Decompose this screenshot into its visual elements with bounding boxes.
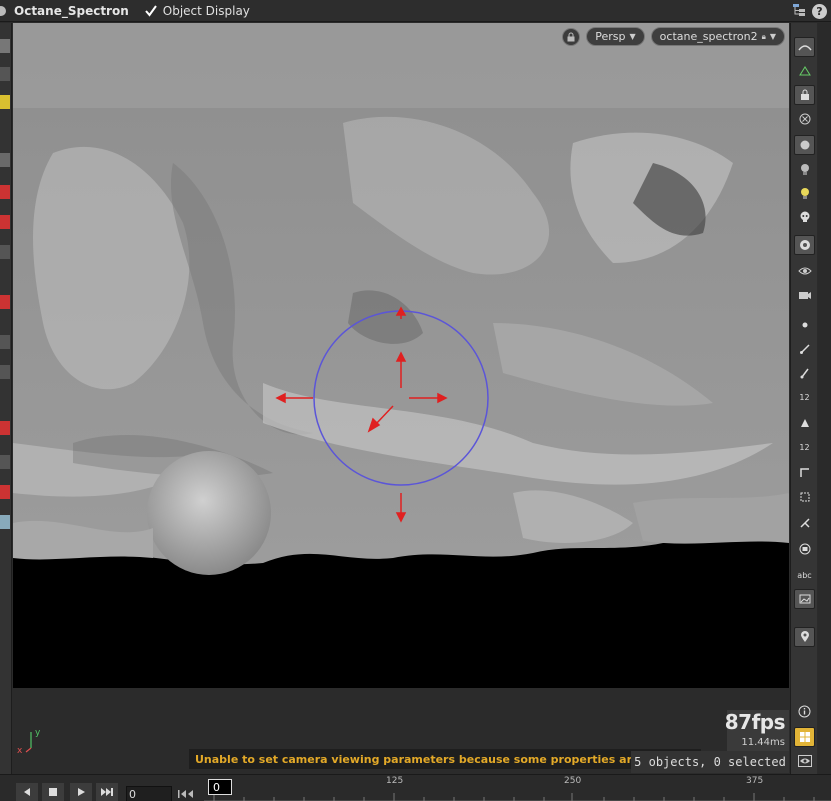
rendered-scene[interactable] [13, 23, 789, 688]
magnet-tool-icon[interactable] [0, 365, 10, 379]
uv-display-icon[interactable] [794, 487, 815, 507]
name-display-icon[interactable]: abc [794, 565, 815, 585]
performance-readout: 87fps 11.44ms [724, 710, 789, 752]
point-numbers-icon[interactable]: 12 [794, 387, 815, 407]
light-bulb-yellow-icon[interactable] [794, 183, 815, 203]
display-eye-icon[interactable] [794, 751, 815, 771]
status-message: Unable to set camera viewing parameters … [189, 749, 702, 769]
timeline-ruler[interactable]: 125 250 375 [204, 775, 831, 801]
axis-x-label: x [17, 746, 23, 756]
frame-time-value: 11.44ms [741, 737, 785, 748]
prim-display-icon[interactable] [794, 413, 815, 433]
viewer-header: Octane_Spectron Object Display ? [0, 0, 831, 22]
selection-info: 5 objects, 0 selected [631, 751, 789, 773]
handle-tool-icon[interactable] [0, 95, 10, 109]
background-image-icon[interactable] [794, 589, 815, 609]
lock-tool-icon[interactable] [0, 485, 10, 499]
camera-selector-menu[interactable]: octane_spectron2 🔒︎ ▼ [650, 27, 785, 46]
fps-value: 87fps [724, 710, 786, 734]
sphere-object[interactable] [147, 451, 271, 575]
object-display-checkbox[interactable] [145, 4, 157, 17]
normal-display-icon[interactable] [794, 339, 815, 359]
node-path-label[interactable]: Octane_Spectron [14, 4, 129, 18]
snap-tool-icon[interactable] [0, 295, 10, 309]
visibility-eye-icon[interactable] [794, 261, 815, 281]
viewport-camera-controls: Persp ▼ octane_spectron2 🔒︎ ▼ [562, 27, 785, 46]
scale-tool-icon[interactable] [0, 245, 10, 259]
viewport-footer: y x Unable to set camera viewing paramet… [13, 688, 789, 774]
frame-step-buttons[interactable] [176, 787, 196, 801]
layout-grid-icon[interactable] [794, 727, 815, 747]
tick-label: 125 [386, 776, 404, 786]
lock-small-icon: 🔒︎ [761, 31, 766, 41]
grid-tool-icon[interactable] [0, 335, 10, 349]
camera-icon[interactable] [794, 285, 815, 305]
playbar: 0 125 250 375 0 [0, 774, 831, 801]
tick-label: 250 [564, 776, 582, 786]
select-tool-icon[interactable] [0, 39, 10, 53]
help-icon[interactable]: ? [812, 3, 827, 19]
rotate-tool-icon[interactable] [0, 215, 10, 229]
stop-button[interactable] [42, 783, 64, 801]
info-icon[interactable] [794, 701, 815, 721]
axis-y-label: y [35, 728, 41, 738]
houdini-scene-view: Octane_Spectron Object Display ? Persp ▼… [0, 0, 831, 801]
step-back-icon[interactable] [16, 783, 38, 801]
shading-mode-icon[interactable] [794, 235, 815, 255]
header-right-tools: ? [792, 0, 831, 22]
previous-key-icon[interactable] [176, 787, 196, 801]
brush-tool-icon[interactable] [0, 455, 10, 469]
current-frame-marker[interactable]: 0 [208, 779, 232, 795]
move-tool-icon[interactable] [0, 67, 10, 81]
play-button[interactable] [70, 783, 92, 801]
chevron-down-icon: ▼ [629, 32, 636, 41]
jump-end-icon[interactable] [96, 783, 118, 801]
chevron-down-icon: ▼ [769, 32, 776, 41]
right-display-toolbar: 12 12 abc [790, 23, 817, 801]
pane-edge [818, 23, 831, 801]
camera-mode-label: Persp [595, 30, 626, 43]
view-tool-icon[interactable] [0, 153, 10, 167]
close-view-icon[interactable] [794, 109, 815, 129]
node-indicator-icon [0, 5, 6, 16]
camera-lock-icon[interactable] [562, 27, 581, 46]
skull-icon[interactable] [794, 207, 815, 227]
light-bulb-icon[interactable] [794, 159, 815, 179]
location-pin-icon[interactable] [794, 627, 815, 647]
bone-display-icon[interactable] [794, 513, 815, 533]
display-options-icon[interactable] [794, 37, 815, 57]
tick-label: 375 [746, 776, 764, 786]
frame-input[interactable]: 0 [126, 786, 172, 801]
prim-numbers-icon[interactable]: 12 [794, 437, 815, 457]
ghost-icon[interactable] [794, 61, 815, 81]
camera-mode-menu[interactable]: Persp ▼ [586, 27, 645, 46]
record-tool-icon[interactable] [0, 421, 10, 435]
edge-display-icon[interactable] [794, 463, 815, 483]
paint-tool-icon[interactable] [0, 515, 10, 529]
vertex-normal-icon[interactable] [794, 363, 815, 383]
point-display-icon[interactable] [794, 315, 815, 335]
headlight-icon[interactable] [794, 135, 815, 155]
camera-name-label: octane_spectron2 [659, 30, 758, 43]
stop-display-icon[interactable] [794, 539, 815, 559]
axis-triad: y x [17, 728, 49, 758]
3d-viewport[interactable]: Persp ▼ octane_spectron2 🔒︎ ▼ [13, 23, 789, 688]
lock-camera-icon[interactable] [794, 85, 815, 105]
network-tree-icon[interactable] [792, 2, 806, 21]
object-display-label: Object Display [162, 3, 250, 18]
left-tool-shelf [0, 23, 12, 801]
pose-tool-icon[interactable] [0, 185, 10, 199]
